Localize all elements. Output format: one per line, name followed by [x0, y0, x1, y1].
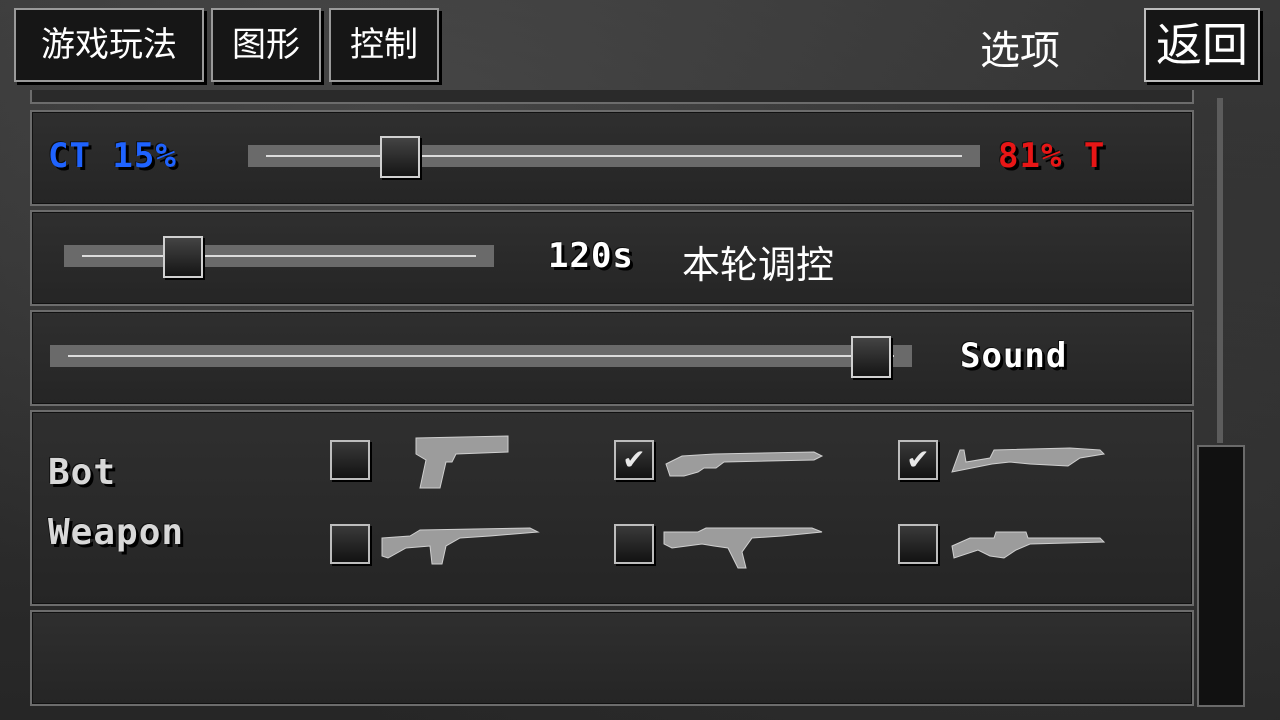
team-balance-slider[interactable]	[248, 136, 980, 178]
round-time-slider[interactable]	[64, 236, 494, 278]
shotgun-icon	[665, 451, 824, 477]
round-time-value: 120s	[548, 236, 634, 276]
tab-graphics[interactable]: 图形	[211, 8, 321, 82]
round-time-slider-thumb[interactable]	[163, 236, 203, 278]
bot-weapon-label-line1: Bot	[48, 452, 117, 493]
weapon-checkbox-rifle[interactable]	[330, 524, 370, 564]
scrollbar-thumb[interactable]	[1197, 445, 1245, 707]
round-time-panel: 120s 本轮调控	[30, 210, 1194, 306]
empty-panel	[30, 610, 1194, 706]
back-button[interactable]: 返回	[1144, 8, 1260, 82]
round-time-label: 本轮调控	[682, 243, 835, 287]
tab-gameplay[interactable]: 游戏玩法	[14, 8, 204, 82]
sniper-rifle-icon	[951, 531, 1106, 559]
list-top-edge	[30, 90, 1194, 104]
sound-label: Sound	[960, 336, 1068, 376]
weapon-checkbox-assault-rifle[interactable]	[614, 524, 654, 564]
page-title: 选项	[980, 28, 1060, 74]
weapon-checkbox-smg[interactable]: ✔	[898, 440, 938, 480]
checkmark-icon: ✔	[906, 443, 930, 476]
bot-weapon-panel: Bot Weapon ✔ ✔	[30, 410, 1194, 606]
smg-icon	[951, 447, 1106, 473]
checkmark-icon: ✔	[622, 443, 646, 476]
sound-panel: Sound	[30, 310, 1194, 406]
t-percent-label: 81% T	[998, 136, 1106, 176]
team-balance-panel: CT 15% 81% T	[30, 110, 1194, 206]
rifle-icon	[381, 527, 540, 565]
tab-controls[interactable]: 控制	[329, 8, 439, 82]
sound-slider-thumb[interactable]	[851, 336, 891, 378]
scrollbar-track	[1217, 98, 1223, 443]
team-balance-slider-thumb[interactable]	[380, 136, 420, 178]
weapon-checkbox-shotgun[interactable]: ✔	[614, 440, 654, 480]
ct-percent-label: CT 15%	[48, 136, 177, 176]
assault-rifle-icon	[663, 527, 823, 569]
weapon-checkbox-pistol[interactable]	[330, 440, 370, 480]
bot-weapon-label-line2: Weapon	[48, 512, 185, 553]
sound-slider[interactable]	[50, 336, 912, 378]
weapon-checkbox-sniper-rifle[interactable]	[898, 524, 938, 564]
pistol-icon	[415, 435, 509, 489]
